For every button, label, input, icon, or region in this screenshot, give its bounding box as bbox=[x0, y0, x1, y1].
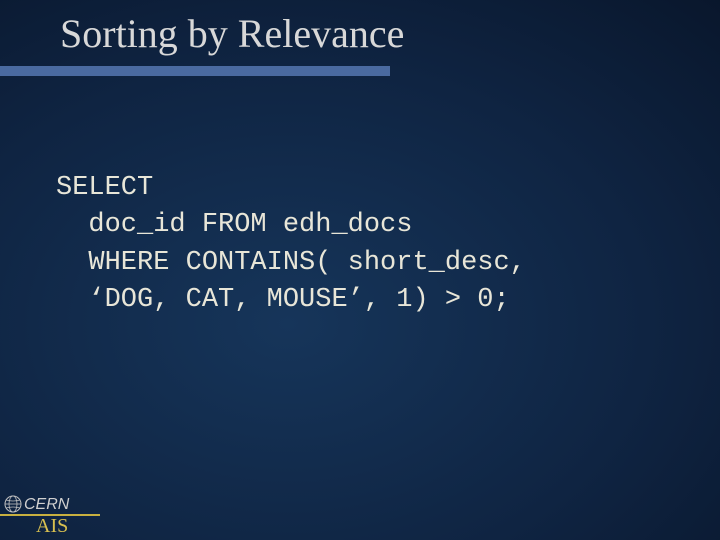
title-underline bbox=[0, 66, 390, 76]
code-line: WHERE CONTAINS( short_desc, bbox=[56, 248, 526, 278]
footer-org: CERN bbox=[24, 496, 69, 514]
code-block: SELECT doc_id FROM edh_docs WHERE CONTAI… bbox=[56, 170, 680, 319]
slide-title: Sorting by Relevance bbox=[60, 10, 404, 57]
code-line: ‘DOG, CAT, MOUSE’, 1) > 0; bbox=[56, 285, 510, 315]
code-line: SELECT bbox=[56, 173, 153, 203]
slide: Sorting by Relevance SELECT doc_id FROM … bbox=[0, 0, 720, 540]
code-line: doc_id FROM edh_docs bbox=[56, 210, 412, 240]
footer-dept: AIS bbox=[36, 515, 68, 538]
globe-icon bbox=[4, 495, 22, 513]
